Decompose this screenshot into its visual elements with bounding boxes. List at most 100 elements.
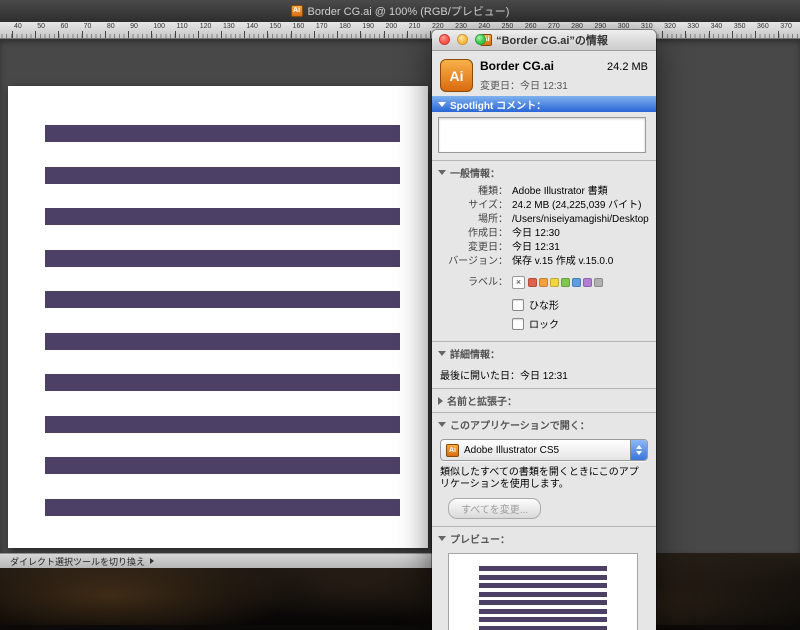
label-field: ラベル： × — [432, 272, 656, 295]
artboard-stripe — [45, 499, 400, 516]
disclosure-down-icon[interactable] — [438, 170, 446, 175]
ruler-tick-label: 80 — [107, 23, 115, 30]
ruler-tick — [12, 31, 13, 38]
open-with-header[interactable]: このアプリケーションで開く： — [432, 413, 656, 436]
status-bar[interactable]: ダイレクト選択ツールを切り換え — [0, 553, 437, 568]
file-size: 24.2 MB — [607, 61, 648, 73]
file-name: Border CG.ai — [480, 59, 607, 73]
ruler-tick — [360, 31, 361, 38]
ruler-tick — [685, 31, 686, 38]
ruler-tick-label: 290 — [595, 23, 607, 30]
ruler-tick — [337, 31, 338, 38]
label-color-swatch[interactable] — [572, 278, 581, 287]
status-menu-arrow-icon[interactable] — [150, 558, 154, 564]
label-color-swatch[interactable] — [550, 278, 559, 287]
close-button[interactable] — [439, 34, 450, 45]
open-with-select[interactable]: Adobe Illustrator CS5 — [440, 439, 648, 461]
info-field-row: サイズ：24.2 MB (24,225,039 バイト) — [432, 200, 652, 212]
checkbox-row[interactable]: ロック — [512, 316, 656, 331]
artboard-stripe — [45, 167, 400, 184]
spotlight-comment-input[interactable] — [438, 117, 646, 153]
ruler-tick — [128, 31, 129, 38]
preview-header[interactable]: プレビュー： — [432, 527, 656, 550]
spotlight-comments-header[interactable]: Spotlight コメント： — [432, 96, 656, 112]
ruler-tick — [35, 31, 36, 38]
ruler-tick-label: 300 — [618, 23, 630, 30]
checkbox-row[interactable]: ひな形 — [512, 297, 656, 312]
field-label: 変更日： — [432, 242, 508, 254]
ruler-tick-label: 250 — [502, 23, 514, 30]
label-color-swatch[interactable] — [561, 278, 570, 287]
change-all-button[interactable]: すべてを変更... — [448, 498, 541, 519]
checkbox[interactable] — [512, 318, 524, 330]
ruler-tick-label: 170 — [316, 23, 328, 30]
ruler-tick — [151, 31, 152, 38]
ruler-tick — [267, 31, 268, 38]
artboard-stripe — [45, 457, 400, 474]
info-field-row: 作成日：今日 12:30 — [432, 228, 652, 240]
ruler-tick — [221, 31, 222, 38]
ruler-tick — [778, 31, 779, 38]
zoom-button[interactable] — [475, 34, 486, 45]
ruler-tick — [430, 31, 431, 38]
label-color-swatch[interactable] — [528, 278, 537, 287]
illustrator-app-icon — [291, 5, 303, 17]
ruler-tick-label: 180 — [339, 23, 351, 30]
label-color-swatch[interactable] — [539, 278, 548, 287]
minimize-button[interactable] — [457, 34, 468, 45]
label-clear-button[interactable]: × — [512, 276, 525, 289]
info-window-title: “Border CG.ai”の情報 — [496, 32, 608, 48]
ruler-tick — [291, 31, 292, 38]
spotlight-comments-label: Spotlight コメント： — [450, 97, 546, 112]
select-stepper-icon[interactable] — [630, 440, 647, 460]
info-titlebar[interactable]: “Border CG.ai”の情報 — [432, 30, 656, 51]
disclosure-down-icon[interactable] — [438, 102, 446, 107]
artboard-stripe — [45, 416, 400, 433]
preview-stripe — [479, 626, 607, 630]
open-with-selected-app: Adobe Illustrator CS5 — [464, 445, 625, 456]
info-field-row: 種類：Adobe Illustrator 書類 — [432, 186, 652, 198]
ruler-tick — [105, 31, 106, 38]
disclosure-down-icon[interactable] — [438, 422, 446, 427]
illustrator-titlebar[interactable]: Border CG.ai @ 100% (RGB/プレビュー) — [0, 0, 800, 23]
general-info-header[interactable]: 一般情報： — [432, 161, 656, 184]
ruler-tick — [732, 31, 733, 38]
ruler-tick-label: 40 — [14, 23, 22, 30]
info-field-row: バージョン： 保存 v.15 作成 v.15.0.0 — [432, 256, 652, 268]
ruler-tick — [407, 31, 408, 38]
label-swatches — [528, 278, 603, 287]
field-label: 種類： — [432, 186, 508, 198]
artboard[interactable] — [8, 86, 428, 548]
field-value: 今日 12:30 — [512, 228, 652, 240]
disclosure-down-icon[interactable] — [438, 536, 446, 541]
info-field-row: 場所：/Users/niseiyamagishi/Desktop — [432, 214, 652, 226]
name-extension-label: 名前と拡張子： — [447, 393, 517, 408]
ruler-tick-label: 140 — [246, 23, 258, 30]
preview-stripes — [479, 554, 607, 630]
horizontal-ruler[interactable]: 4050607080901001101201301401501601701801… — [0, 22, 800, 39]
field-label: バージョン： — [432, 256, 508, 268]
preview-stripe — [479, 592, 607, 597]
ruler-tick-label: 130 — [223, 23, 235, 30]
preview-label: プレビュー： — [450, 531, 510, 546]
ruler-tick-label: 120 — [200, 23, 212, 30]
checkbox-label: ロック — [529, 316, 559, 331]
label-color-swatch[interactable] — [594, 278, 603, 287]
ruler-tick-label: 360 — [757, 23, 769, 30]
preview-stripe — [479, 583, 607, 588]
ruler-tick-label: 60 — [60, 23, 68, 30]
open-with-note: 類似したすべての書類を開くときにこのアプリケーションを使用します。 — [432, 465, 656, 495]
disclosure-right-icon[interactable] — [438, 397, 443, 405]
label-color-swatch[interactable] — [583, 278, 592, 287]
field-value: 保存 v.15 作成 v.15.0.0 — [512, 256, 652, 268]
flag-checkboxes: ひな形ロック — [432, 295, 656, 341]
name-extension-header[interactable]: 名前と拡張子： — [432, 389, 656, 412]
ruler-tick-label: 370 — [780, 23, 792, 30]
canvas[interactable] — [0, 39, 800, 553]
disclosure-down-icon[interactable] — [438, 351, 446, 356]
ruler-tick-label: 260 — [525, 23, 537, 30]
more-info-header[interactable]: 詳細情報： — [432, 342, 656, 365]
ruler-tick-label: 340 — [711, 23, 723, 30]
preview-stripe — [479, 609, 607, 614]
checkbox[interactable] — [512, 299, 524, 311]
